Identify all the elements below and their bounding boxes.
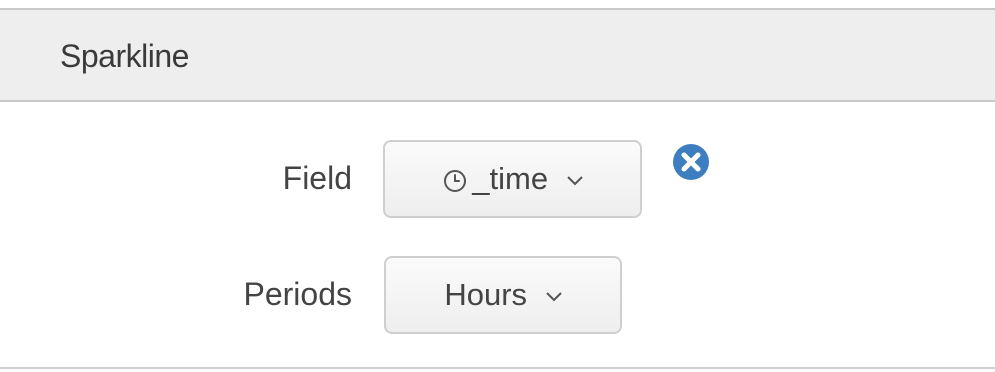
sparkline-panel: Sparkline Field _time Periods Hours (0, 0, 995, 372)
clock-icon (444, 169, 467, 192)
bottom-divider (0, 367, 995, 369)
periods-label: Periods (243, 276, 353, 312)
close-circle-icon[interactable] (672, 143, 710, 181)
periods-value: Hours (444, 277, 528, 312)
field-value: _time (472, 161, 549, 196)
panel-title: Sparkline (60, 38, 189, 74)
chevron-down-icon (567, 176, 583, 186)
field-dropdown[interactable]: _time (383, 140, 642, 218)
periods-dropdown[interactable]: Hours (384, 256, 622, 334)
chevron-down-icon (545, 292, 562, 302)
panel-header: Sparkline (0, 10, 995, 102)
field-label: Field (282, 160, 352, 196)
